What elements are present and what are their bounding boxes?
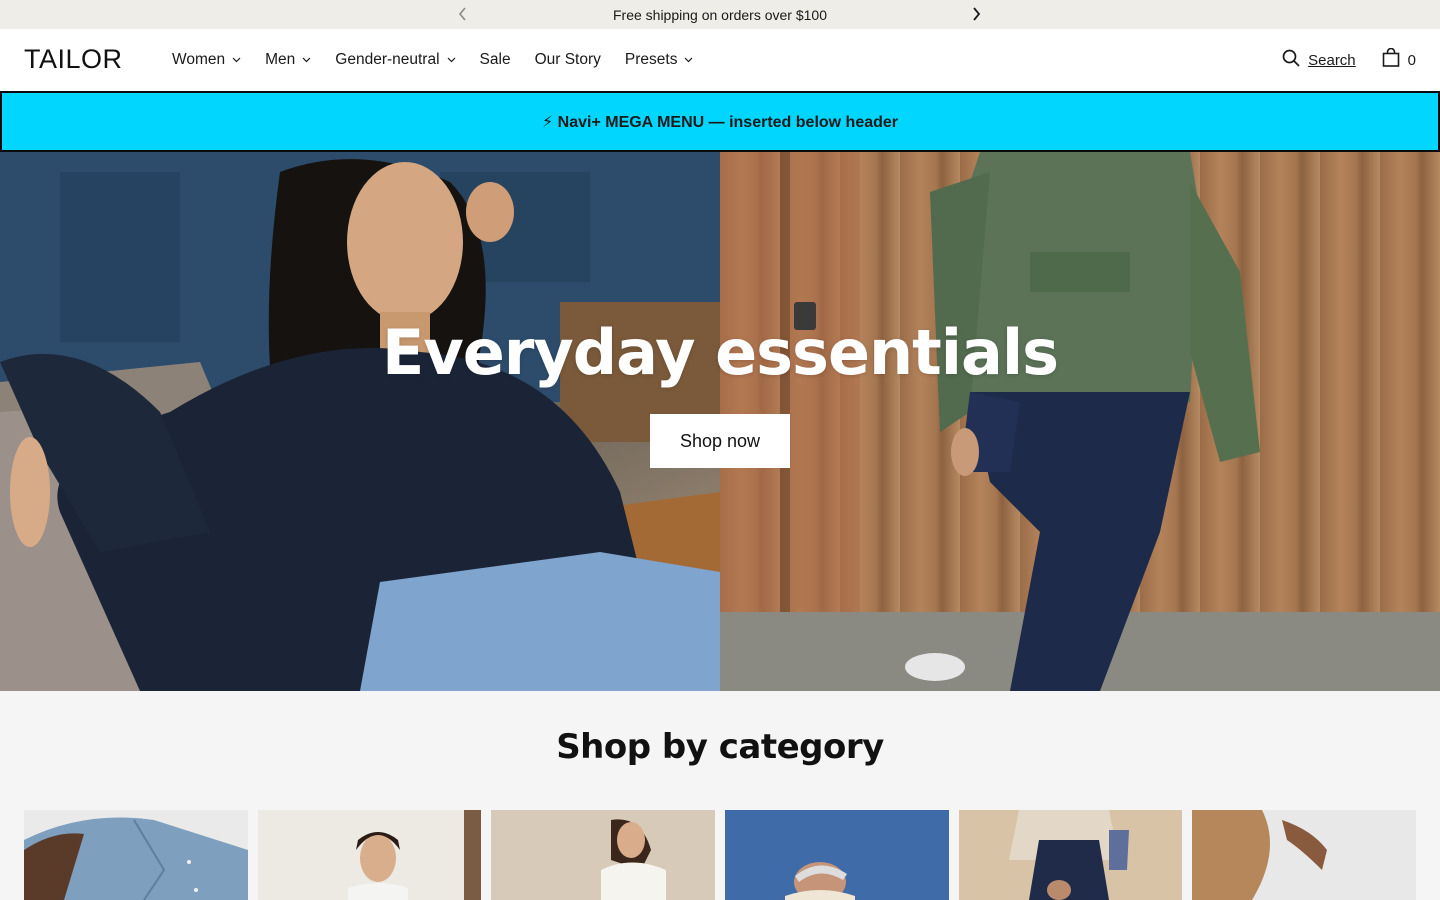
- hero-image-woman: [0, 152, 720, 691]
- category-card-woman-white-top[interactable]: [257, 810, 482, 900]
- nav-item-label: Men: [265, 51, 296, 68]
- category-grid: [24, 810, 1417, 900]
- announcement-text: Free shipping on orders over $100: [612, 6, 828, 23]
- nav-item-label: Sale: [479, 51, 511, 68]
- category-card-woman-tee[interactable]: [491, 810, 716, 900]
- shopping-bag-icon: [1382, 47, 1400, 72]
- chevron-down-icon: [447, 57, 456, 63]
- main-nav: Women Men Gender-neutral Sale Our Story …: [172, 29, 717, 91]
- cart-button[interactable]: 0: [1382, 47, 1416, 72]
- chevron-right-icon[interactable]: [966, 4, 986, 24]
- nav-item-label: Women: [172, 51, 226, 68]
- hero-image-man: [720, 152, 1440, 691]
- chevron-down-icon: [232, 57, 241, 63]
- nav-item-label: Presets: [624, 51, 678, 68]
- hero-title: Everyday essentials: [381, 316, 1059, 389]
- nav-item-men[interactable]: Men: [265, 51, 311, 69]
- chevron-down-icon: [684, 57, 693, 63]
- cart-count: 0: [1407, 51, 1416, 69]
- header-actions: Search 0: [1282, 29, 1416, 91]
- chevron-left-icon[interactable]: [453, 4, 473, 24]
- search-button[interactable]: Search: [1282, 49, 1356, 72]
- section-title: Shop by category: [556, 727, 884, 767]
- navi-banner-text: ⚡ Navi+ MEGA MENU — inserted below heade…: [541, 113, 899, 131]
- shop-by-category-section: Shop by category: [0, 691, 1440, 900]
- nav-item-label: Our Story: [534, 51, 601, 68]
- logo[interactable]: TAILOR: [24, 44, 123, 75]
- category-card-denim-shirt[interactable]: [24, 810, 248, 900]
- nav-item-our-story[interactable]: Our Story: [535, 51, 601, 69]
- nav-item-sale[interactable]: Sale: [480, 51, 511, 69]
- category-card-fleece-jacket[interactable]: [958, 810, 1183, 900]
- nav-item-presets[interactable]: Presets: [625, 51, 694, 69]
- hero-banner: Everyday essentials Shop now: [0, 152, 1440, 691]
- site-header: TAILOR Women Men Gender-neutral Sale Our…: [0, 29, 1440, 91]
- category-card-man-sky[interactable]: [725, 810, 949, 900]
- nav-item-women[interactable]: Women: [172, 51, 241, 69]
- search-icon: [1282, 49, 1300, 72]
- category-card-khaki-pants[interactable]: [1192, 810, 1417, 900]
- announcement-bar: Free shipping on orders over $100: [0, 0, 1440, 29]
- chevron-down-icon: [302, 57, 311, 63]
- nav-item-label: Gender-neutral: [335, 51, 440, 68]
- navi-mega-menu-banner: ⚡ Navi+ MEGA MENU — inserted below heade…: [0, 91, 1440, 152]
- nav-item-gender-neutral[interactable]: Gender-neutral: [335, 51, 455, 69]
- shop-now-button[interactable]: Shop now: [650, 414, 790, 468]
- search-label: Search: [1308, 51, 1356, 69]
